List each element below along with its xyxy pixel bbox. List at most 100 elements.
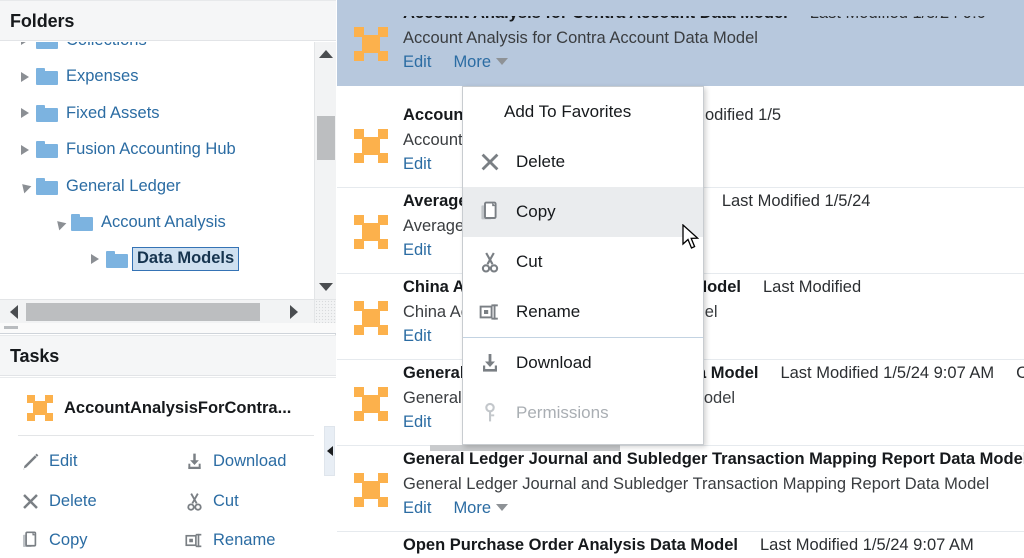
- folder-tree-item[interactable]: Fusion Accounting Hub: [0, 132, 304, 169]
- folder-tree-item[interactable]: General Ledger: [0, 168, 304, 205]
- triangle-right-icon: [21, 108, 29, 119]
- task-download-link[interactable]: Download: [182, 442, 332, 482]
- resizer-grip: [4, 326, 18, 329]
- tree-expand-toggle[interactable]: [14, 42, 36, 58]
- menu-item-cut[interactable]: Cut: [463, 237, 703, 287]
- x-icon: [481, 153, 499, 171]
- tree-collapse-toggle[interactable]: [14, 168, 36, 204]
- data-model-icon: [354, 301, 388, 335]
- task-label: Edit: [49, 452, 78, 471]
- copy-icon: [475, 199, 505, 225]
- row-content: General Ledger Journal and Subledger Tra…: [403, 450, 1024, 523]
- menu-item-delete[interactable]: Delete: [463, 137, 703, 187]
- catalog-list-row[interactable]: Open Purchase Order Analysis Data Model L…: [337, 532, 1024, 558]
- row-edit-link[interactable]: Edit: [403, 155, 431, 173]
- tree-expand-toggle[interactable]: [14, 59, 36, 95]
- key-icon: [475, 400, 505, 426]
- scroll-down-button[interactable]: [315, 277, 337, 297]
- row-more-link[interactable]: More: [453, 53, 509, 71]
- divider: [18, 435, 314, 436]
- folder-tree-viewport[interactable]: Collections Expenses Fixed Assets Fusion Ac…: [0, 42, 336, 299]
- menu-item-label: Permissions: [516, 403, 609, 422]
- folder-tree-item[interactable]: Fixed Assets: [0, 95, 304, 132]
- rename-icon: [184, 534, 201, 548]
- scroll-right-button[interactable]: [282, 300, 306, 324]
- folder-tree-item[interactable]: Account Analysis: [0, 205, 304, 242]
- data-model-icon: [354, 301, 388, 335]
- tree-expand-toggle[interactable]: [14, 95, 36, 131]
- data-model-icon: [354, 27, 388, 61]
- tasks-panel-body: AccountAnalysisForContra... Edit Download…: [0, 377, 336, 558]
- menu-item-rename[interactable]: Rename: [463, 287, 703, 337]
- row-more-link[interactable]: More: [453, 499, 509, 517]
- catalog-page: Folders Collections Expenses Fixed Assets F…: [0, 0, 1024, 558]
- menu-item-download[interactable]: Download: [463, 338, 703, 388]
- row-edit-link[interactable]: Edit: [403, 413, 431, 431]
- rename-icon: [479, 304, 498, 320]
- data-model-icon: [354, 215, 388, 249]
- more-context-menu: Add To Favorites Delete Copy Cut Rename Downl…: [462, 86, 704, 445]
- folder-icon: [36, 68, 58, 86]
- folder-tree-item-label: Fusion Accounting Hub: [66, 140, 236, 159]
- data-model-icon: [354, 387, 388, 421]
- folder-tree-item[interactable]: Data Models: [0, 241, 304, 278]
- catalog-list-row[interactable]: General Ledger Journal and Subledger Tra…: [337, 446, 1024, 532]
- row-header-line: General Ledger Journal and Subledger Tra…: [403, 450, 1024, 475]
- row-edit-link[interactable]: Edit: [403, 53, 431, 71]
- menu-item-label: Rename: [516, 302, 581, 321]
- tree-expand-toggle[interactable]: [14, 132, 36, 168]
- key-icon: [485, 402, 495, 422]
- menu-item-permissions: Permissions: [463, 388, 703, 438]
- folder-tree-item-label: General Ledger: [66, 176, 181, 195]
- menu-item-add-to-favorites[interactable]: Add To Favorites: [463, 87, 703, 137]
- pencil-icon: [18, 451, 42, 473]
- scissors-icon: [481, 252, 499, 273]
- task-rename-link[interactable]: Rename: [182, 521, 332, 558]
- folder-icon: [36, 177, 58, 195]
- row-created-by: Created By Sys: [1016, 364, 1024, 382]
- task-copy-link[interactable]: Copy: [18, 521, 182, 558]
- data-model-icon: [27, 395, 53, 421]
- row-last-modified: Last Modified 1/5/24 9:07 AM: [780, 364, 995, 382]
- folder-icon: [71, 214, 93, 232]
- copy-icon: [22, 531, 36, 548]
- task-label: Download: [213, 452, 287, 471]
- x-icon: [475, 149, 505, 175]
- row-edit-link[interactable]: Edit: [403, 499, 431, 517]
- tree-collapse-toggle[interactable]: [49, 205, 71, 241]
- folders-panel-title: Folders: [10, 11, 75, 31]
- row-edit-link[interactable]: Edit: [403, 241, 431, 259]
- task-cut-link[interactable]: Cut: [182, 482, 332, 522]
- list-scroll-indicator[interactable]: [430, 445, 620, 451]
- menu-item-copy[interactable]: Copy: [463, 187, 703, 237]
- tasks-selected-object-name: AccountAnalysisForContra...: [64, 398, 292, 417]
- scroll-up-button[interactable]: [315, 44, 337, 64]
- folders-panel-resizer[interactable]: [0, 323, 336, 333]
- tasks-collapse-button[interactable]: [324, 426, 335, 476]
- data-model-icon: [354, 129, 388, 163]
- task-edit-link[interactable]: Edit: [18, 442, 182, 482]
- tree-expand-toggle[interactable]: [84, 241, 106, 277]
- vertical-scroll-thumb[interactable]: [317, 116, 335, 160]
- menu-item-label: Download: [516, 353, 592, 372]
- row-edit-link[interactable]: Edit: [403, 327, 431, 345]
- folder-tree-vertical-scrollbar[interactable]: [314, 42, 336, 299]
- triangle-down-icon: [53, 217, 67, 231]
- chevron-left-icon: [326, 446, 333, 456]
- folder-tree-item[interactable]: Expenses: [0, 59, 304, 96]
- download-icon: [483, 354, 497, 372]
- tasks-panel-title: Tasks: [10, 346, 60, 366]
- folders-panel-header: Folders: [0, 0, 336, 41]
- triangle-up-icon: [319, 50, 333, 58]
- folder-tree-horizontal-scrollbar[interactable]: [0, 299, 314, 323]
- scroll-left-button[interactable]: [2, 300, 26, 324]
- task-delete-link[interactable]: Delete: [18, 482, 182, 522]
- triangle-down-icon: [18, 180, 32, 194]
- horizontal-scroll-thumb[interactable]: [26, 303, 260, 321]
- folder-icon: [36, 104, 58, 122]
- data-model-icon: [354, 473, 388, 507]
- rename-icon: [475, 299, 505, 325]
- menu-item-label: Delete: [516, 152, 566, 171]
- folder-tree-item[interactable]: Collections: [0, 42, 304, 59]
- folder-tree: Collections Expenses Fixed Assets Fusion Ac…: [0, 42, 304, 278]
